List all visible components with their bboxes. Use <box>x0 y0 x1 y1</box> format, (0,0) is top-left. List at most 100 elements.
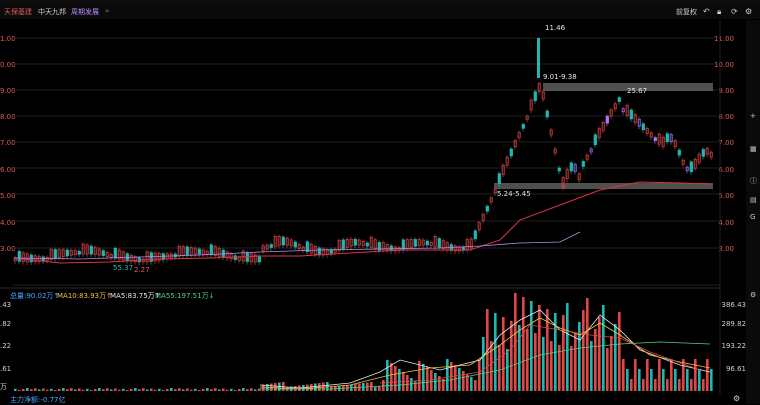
volume-bar <box>18 390 21 391</box>
candle-body <box>101 250 105 256</box>
upper-zone-label: 9.01-9.38 <box>543 73 577 81</box>
vol-left-tick: .61 <box>0 365 12 373</box>
volume-bar <box>210 389 213 391</box>
volume-bar <box>170 388 173 391</box>
volume-ma5 <box>259 309 711 389</box>
volume-bar <box>454 365 457 391</box>
volume-bar <box>382 380 385 391</box>
candle-body <box>81 243 85 255</box>
volume-bar <box>378 386 381 391</box>
volume-bar <box>662 369 665 391</box>
candle-body <box>665 133 669 143</box>
volume-bar <box>706 359 709 391</box>
candle-body <box>209 244 213 256</box>
volume-bar <box>570 346 573 391</box>
volume-bar <box>638 369 641 391</box>
candle-body <box>497 173 501 184</box>
volume-bar <box>14 388 17 391</box>
candle-body <box>341 239 345 250</box>
volume-bar <box>62 388 65 391</box>
vol-right-tick: 193.22 <box>721 342 747 350</box>
candle-body <box>269 244 273 248</box>
volume-bar <box>182 389 185 391</box>
volume-bar <box>694 359 697 391</box>
volume-bar <box>678 379 681 391</box>
volume-bar <box>106 388 109 391</box>
bottom-settings-icon[interactable]: ⚙ <box>733 394 740 403</box>
volume-bar <box>462 371 465 391</box>
candle-body <box>257 255 261 263</box>
volume-bar <box>634 359 637 391</box>
volume-bar <box>58 389 61 391</box>
candlestick-group <box>13 38 713 265</box>
candle-body <box>73 250 77 256</box>
volume-bar <box>606 348 609 391</box>
volume-bar <box>490 341 493 391</box>
volume-ma5-legend: MA5:83.75万↑ <box>110 292 161 300</box>
volume-bar <box>202 389 205 391</box>
candle-body <box>677 149 681 156</box>
volume-bar <box>198 390 201 391</box>
candle-body <box>473 230 477 240</box>
volume-bar <box>66 389 69 391</box>
volume-bar <box>710 369 713 391</box>
candle-body <box>509 148 513 157</box>
candle-body <box>113 247 117 259</box>
volume-bar <box>82 389 85 391</box>
volume-bar <box>22 389 25 391</box>
volume-bar <box>518 325 521 391</box>
vol-right-tick: 289.82 <box>721 320 747 328</box>
volume-bars <box>14 293 713 391</box>
price-chart[interactable] <box>0 0 760 405</box>
volume-bar <box>434 373 437 391</box>
candle-body <box>605 115 609 124</box>
candle-body <box>629 109 633 120</box>
volume-bar <box>110 389 113 391</box>
volume-bar <box>186 388 189 391</box>
vol-right-tick: 96.61 <box>725 365 746 373</box>
candle-body <box>533 91 537 102</box>
volume-bar <box>114 388 117 391</box>
volume-bar <box>458 368 461 391</box>
candle-body <box>233 255 237 260</box>
candle-body <box>545 110 549 118</box>
candle-body <box>653 137 657 141</box>
volume-bar <box>574 334 577 391</box>
volume-bar <box>178 388 181 391</box>
volume-bar <box>78 388 81 391</box>
volume-bar <box>238 389 241 391</box>
volume-bar <box>194 388 197 391</box>
volume-bar <box>550 341 553 391</box>
high-price-label: 11.46 <box>545 24 566 32</box>
candle-body <box>109 254 113 258</box>
volume-bar <box>206 388 209 391</box>
volume-bar <box>522 297 525 391</box>
volume-bar <box>122 388 125 391</box>
candle-spike <box>537 38 540 78</box>
volume-bar <box>654 379 657 391</box>
volume-bar <box>274 383 277 391</box>
lower-zone-label: 5.24-5.45 <box>497 190 531 198</box>
volume-bar <box>42 388 45 391</box>
volume-bar <box>102 389 105 391</box>
volume-bar <box>498 345 501 391</box>
volume-bar <box>542 337 545 391</box>
volume-bar <box>646 359 649 391</box>
volume-bar <box>98 388 101 391</box>
candle-body <box>89 245 93 255</box>
volume-ma55-legend: MA55:197.51万↓ <box>155 292 215 300</box>
volume-bar <box>70 388 73 391</box>
volume-bar <box>158 388 161 391</box>
vol-left-tick: .82 <box>0 320 12 328</box>
volume-bar <box>478 360 481 391</box>
candle-body <box>581 161 585 167</box>
volume-bar <box>398 369 401 391</box>
candle-body <box>413 239 417 247</box>
volume-bar <box>586 298 589 391</box>
volume-bar <box>150 388 153 391</box>
candle-body <box>641 123 645 131</box>
volume-bar <box>650 369 653 391</box>
candle-body <box>17 251 21 262</box>
volume-bar <box>374 387 377 391</box>
candle-body <box>293 241 297 248</box>
